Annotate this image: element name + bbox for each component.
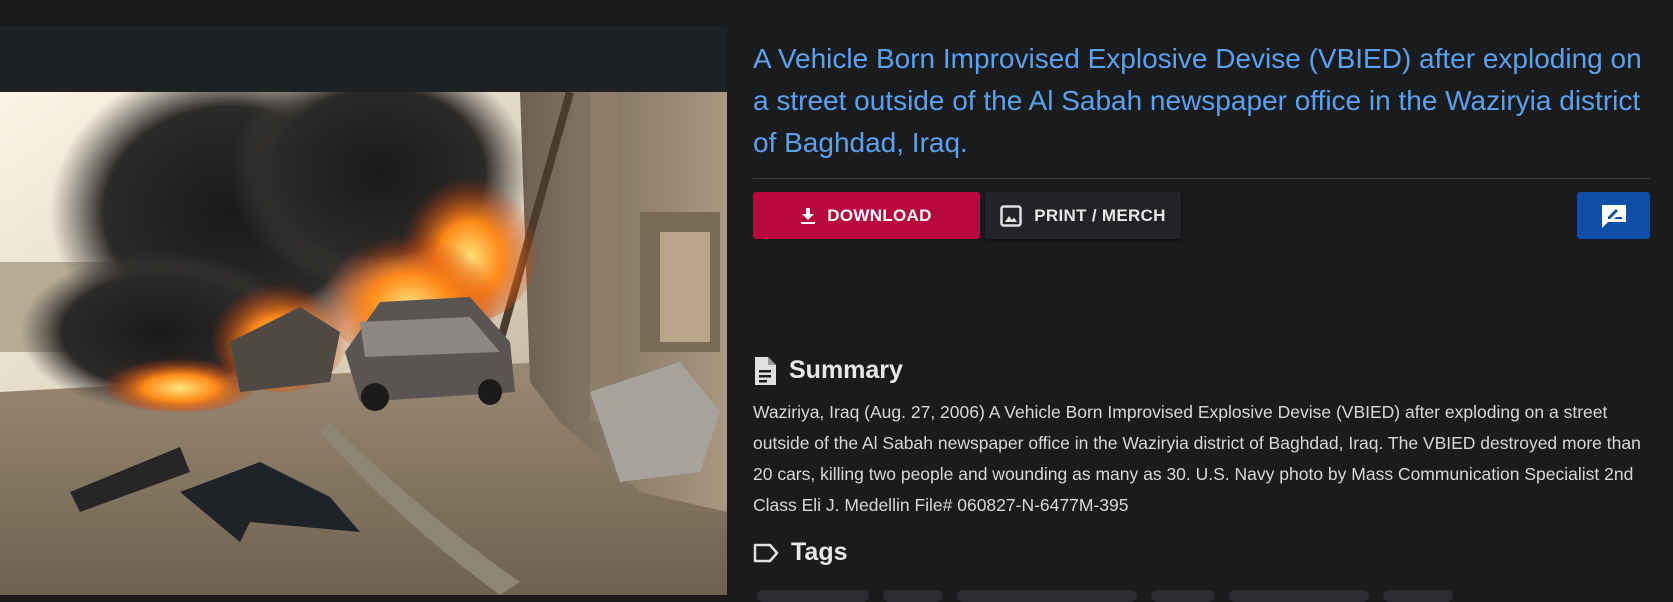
tags-heading-label: Tags bbox=[791, 538, 848, 566]
feedback-button[interactable] bbox=[1577, 192, 1650, 239]
print-merch-button[interactable]: PRINT / MERCH bbox=[985, 192, 1181, 239]
tag-chip[interactable] bbox=[757, 590, 869, 602]
download-icon bbox=[801, 207, 816, 224]
download-label: DOWNLOAD bbox=[827, 205, 932, 225]
label-icon bbox=[753, 543, 779, 563]
summary-heading: Summary bbox=[753, 356, 1651, 385]
download-button[interactable]: DOWNLOAD bbox=[753, 192, 980, 239]
tag-chip[interactable] bbox=[1383, 590, 1453, 602]
action-bar: DOWNLOAD PRINT / MERCH bbox=[753, 192, 1651, 239]
tags-heading: Tags bbox=[753, 538, 1651, 567]
title-divider bbox=[753, 178, 1650, 179]
summary-text: Waziriya, Iraq (Aug. 27, 2006) A Vehicle… bbox=[753, 402, 1641, 515]
tag-chip[interactable] bbox=[957, 590, 1137, 602]
image-icon bbox=[1000, 204, 1023, 227]
photo-car-bomb-aftermath[interactable] bbox=[0, 92, 727, 595]
print-merch-label: PRINT / MERCH bbox=[1034, 205, 1166, 225]
image-info-panel: A Vehicle Born Improvised Explosive Devi… bbox=[753, 38, 1651, 567]
top-bar bbox=[0, 0, 1673, 26]
image-viewer bbox=[0, 26, 727, 595]
feedback-icon bbox=[1600, 203, 1628, 229]
image-title: A Vehicle Born Improvised Explosive Devi… bbox=[753, 43, 1642, 158]
summary-heading-label: Summary bbox=[789, 356, 903, 384]
tag-chip[interactable] bbox=[1229, 590, 1369, 602]
document-icon bbox=[753, 356, 777, 385]
tag-chip[interactable] bbox=[1151, 590, 1215, 602]
tag-chip[interactable] bbox=[883, 590, 943, 602]
tag-list bbox=[753, 590, 1653, 602]
